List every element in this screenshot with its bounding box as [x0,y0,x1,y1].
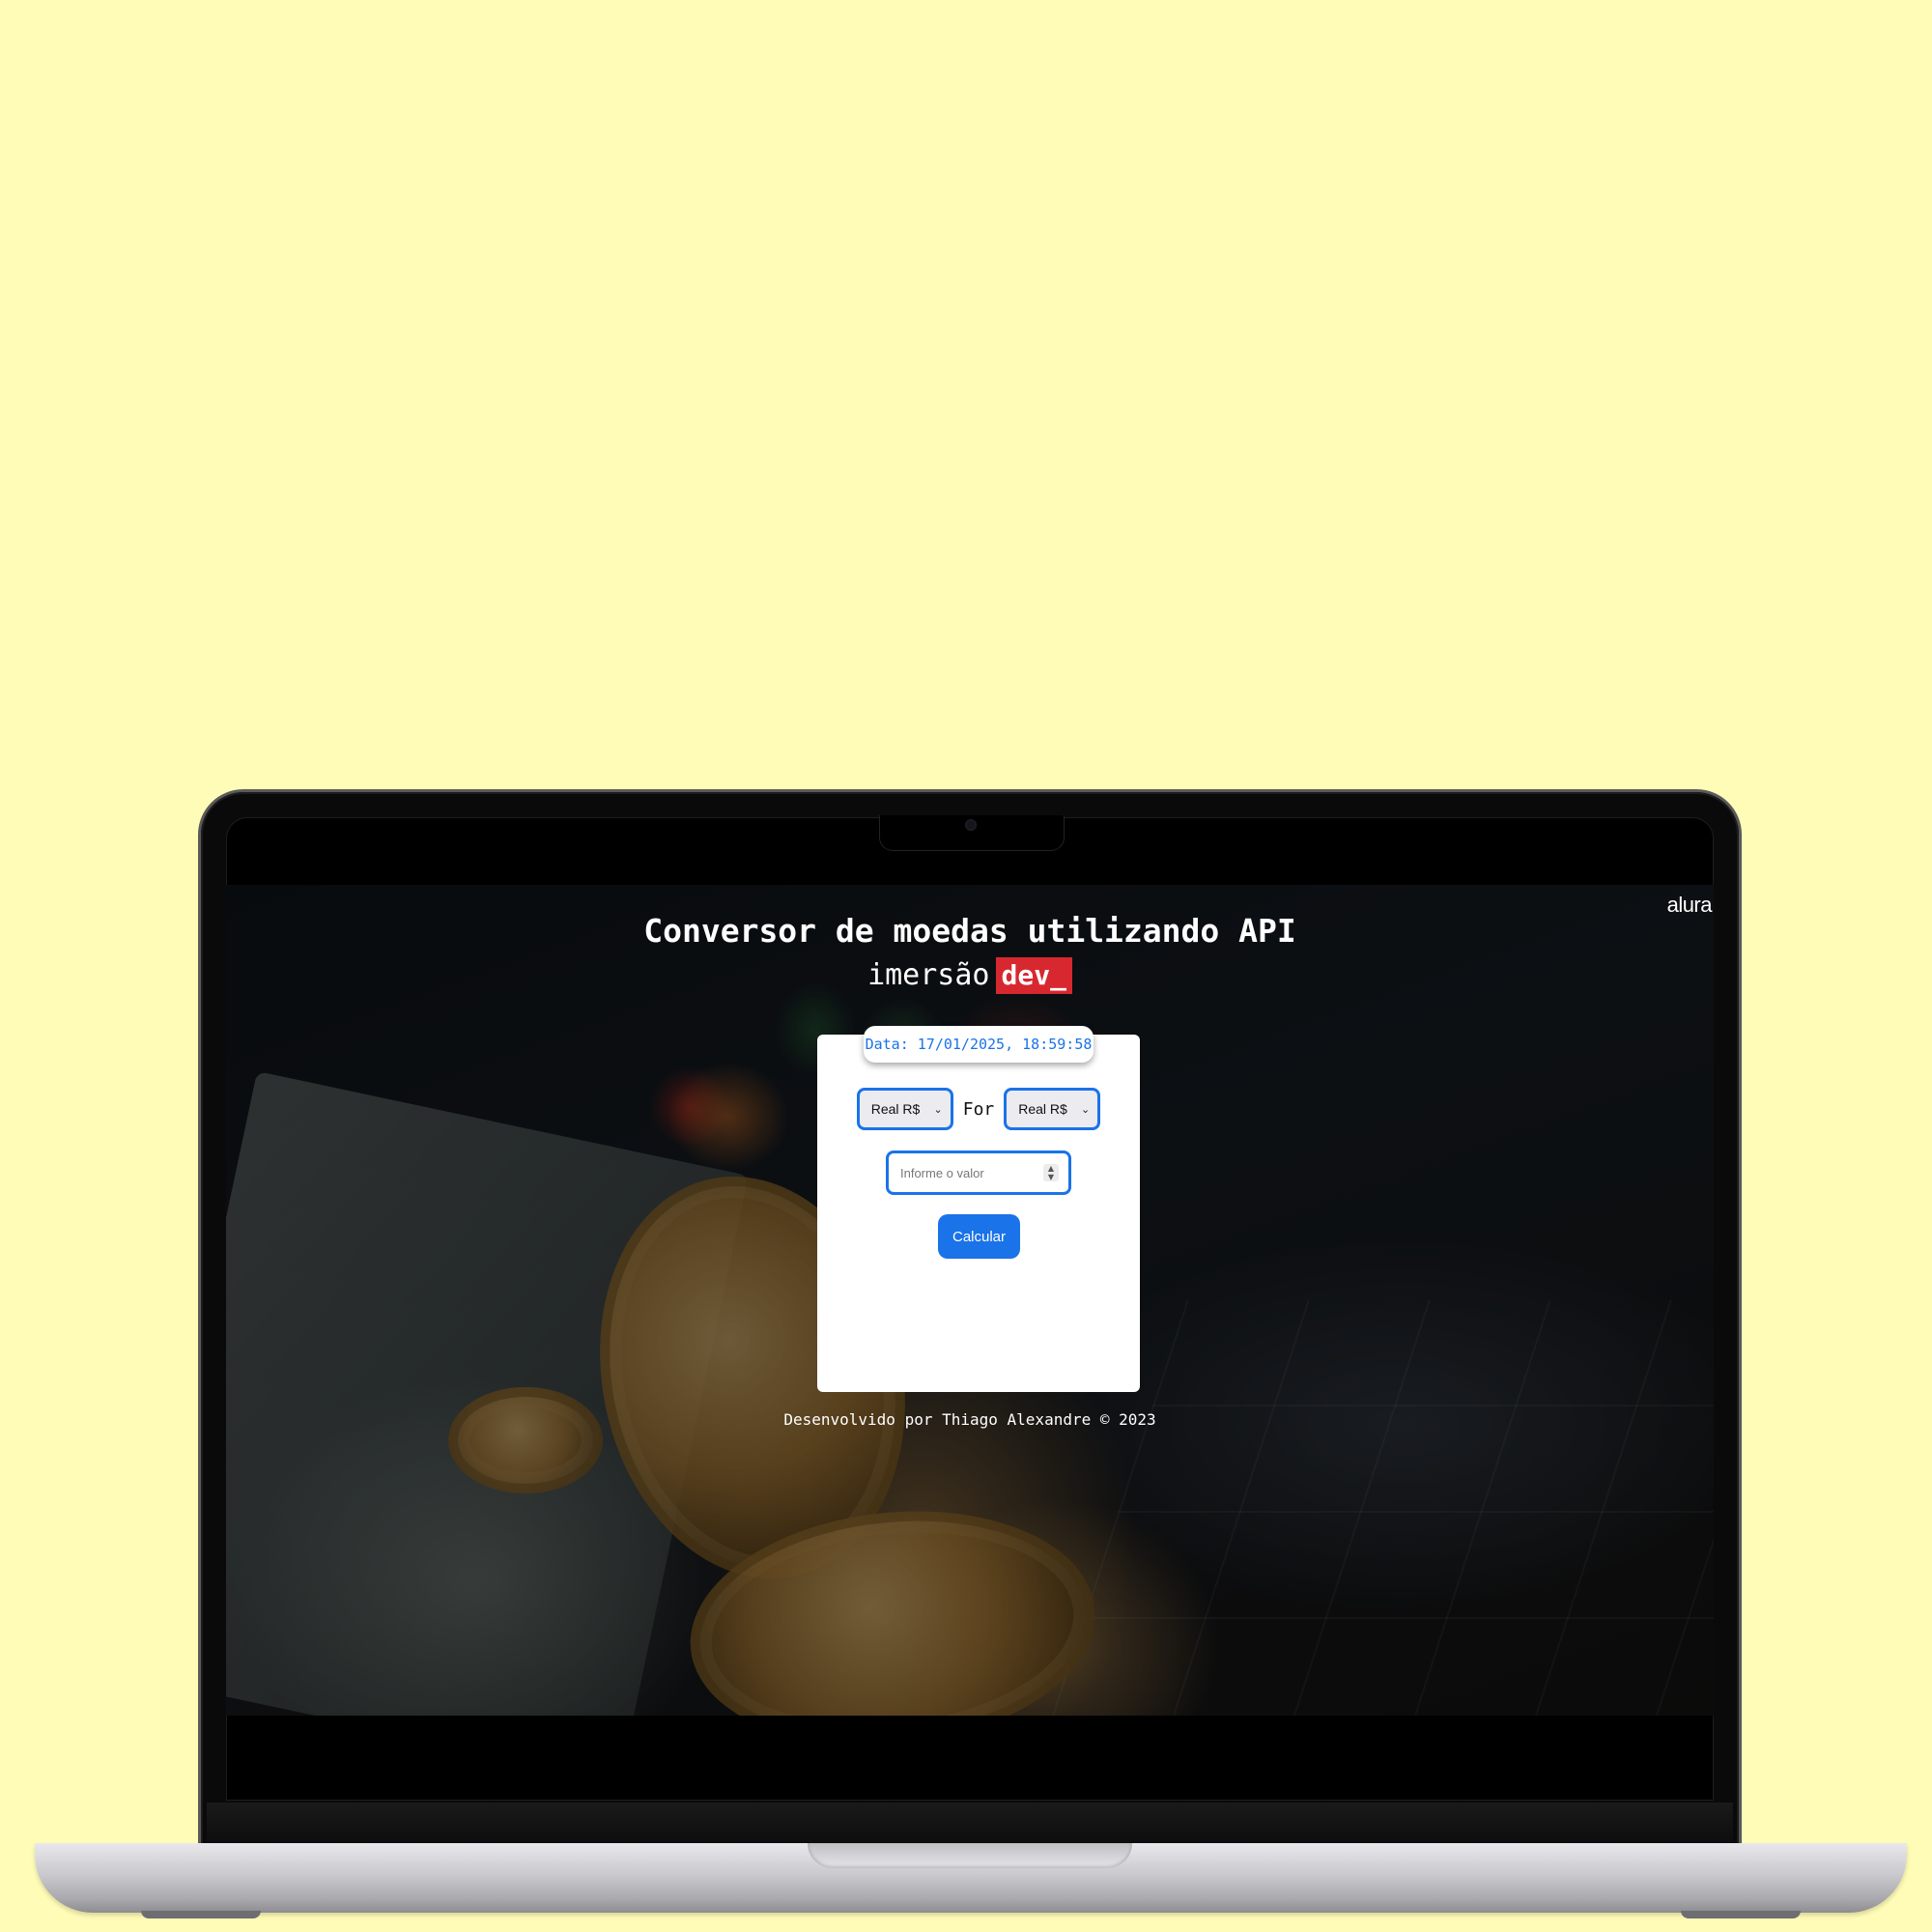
chevron-down-icon: ⌄ [1081,1103,1091,1116]
footer-credit: Desenvolvido por Thiago Alexandre © 2023 [783,1410,1156,1429]
page-title: Conversor de moedas utilizando API [643,912,1296,950]
from-currency-value: Real R$ [870,1101,921,1117]
from-currency-select[interactable]: Real R$ ⌄ [856,1088,953,1130]
converter-card: Data: 17/01/2025, 18:59:58 Real R$ ⌄ For… [817,1026,1140,1392]
brand-tag: dev_ [995,957,1072,994]
header: Conversor de moedas utilizando API imers… [226,912,1714,995]
for-label: For [962,1098,995,1120]
to-currency-select[interactable]: Real R$ ⌄ [1004,1088,1101,1130]
lid-hinge [207,1803,1733,1845]
laptop-foot-right [1681,1911,1801,1918]
brand-word: imersão [867,958,990,992]
chevron-down-icon: ⌄ [933,1103,943,1116]
amount-input[interactable]: Informe o valor ▲ ▼ [886,1151,1071,1195]
brand-logo: imersão dev_ [226,956,1714,995]
webpage-screen: alura Conversor de moedas utilizando API… [226,885,1714,1716]
to-currency-value: Real R$ [1018,1101,1067,1117]
stepper-icon[interactable]: ▲ ▼ [1043,1164,1059,1181]
laptop-foot-left [141,1911,261,1918]
calculate-button[interactable]: Calcular [938,1214,1020,1259]
camera-icon [965,819,977,831]
currency-select-row: Real R$ ⌄ For Real R$ ⌄ [817,1088,1140,1130]
laptop-opening-notch [808,1843,1132,1868]
amount-placeholder: Informe o valor [900,1165,984,1180]
date-display: Data: 17/01/2025, 18:59:58 [864,1026,1094,1063]
